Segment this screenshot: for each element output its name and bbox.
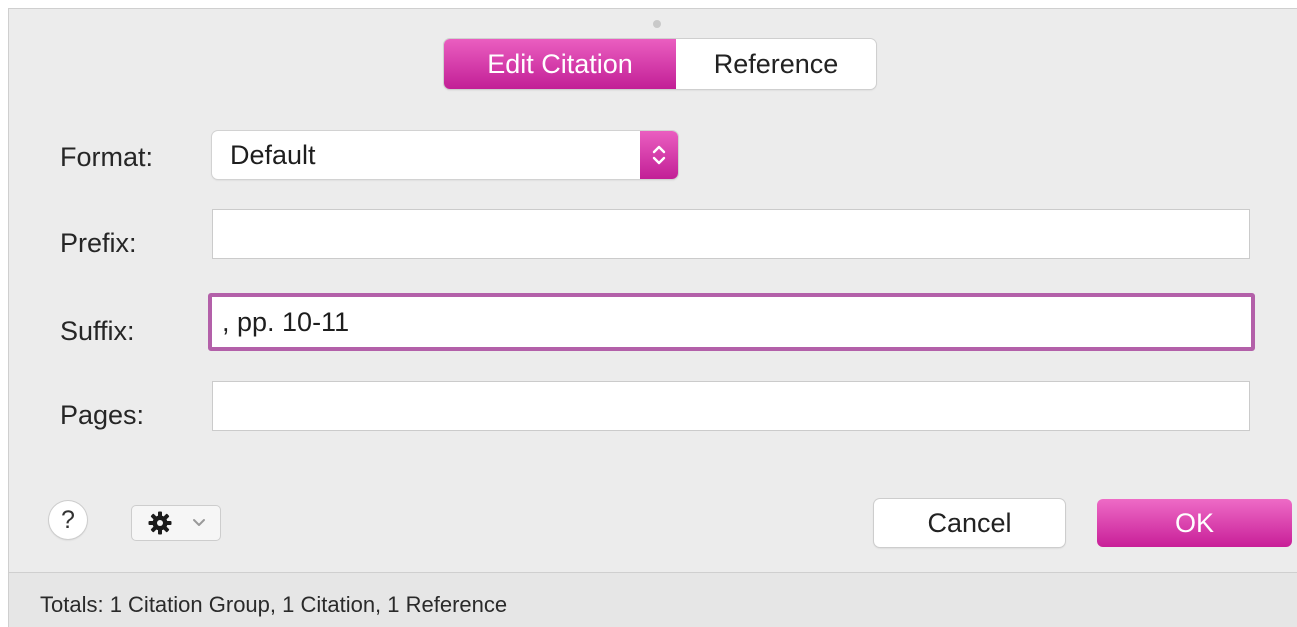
suffix-field[interactable] <box>208 293 1255 351</box>
prefix-label: Prefix: <box>60 228 137 258</box>
ok-button[interactable]: OK <box>1097 499 1292 547</box>
gear-icon <box>147 510 173 541</box>
gear-menu-button[interactable] <box>132 506 220 540</box>
suffix-label: Suffix: <box>60 316 135 346</box>
citation-tabs: Edit Citation Reference <box>444 39 876 89</box>
tab-edit-citation[interactable]: Edit Citation <box>444 39 676 89</box>
pages-field[interactable] <box>212 381 1250 431</box>
format-select[interactable]: Default <box>212 131 678 179</box>
cancel-button[interactable]: Cancel <box>874 499 1065 547</box>
prefix-field[interactable] <box>212 209 1250 259</box>
question-mark-icon: ? <box>61 505 75 534</box>
tab-reference[interactable]: Reference <box>676 39 876 89</box>
pages-label: Pages: <box>60 400 145 430</box>
edit-citation-dialog: Edit Citation Reference Format: Default … <box>8 8 1297 627</box>
format-label: Format: <box>60 142 154 172</box>
status-totals: Totals: 1 Citation Group, 1 Citation, 1 … <box>40 592 508 617</box>
help-button[interactable]: ? <box>49 501 87 539</box>
up-down-arrows-icon <box>640 131 678 179</box>
format-select-value: Default <box>230 140 316 170</box>
window-dot <box>653 20 661 28</box>
chevron-down-icon <box>192 516 206 534</box>
